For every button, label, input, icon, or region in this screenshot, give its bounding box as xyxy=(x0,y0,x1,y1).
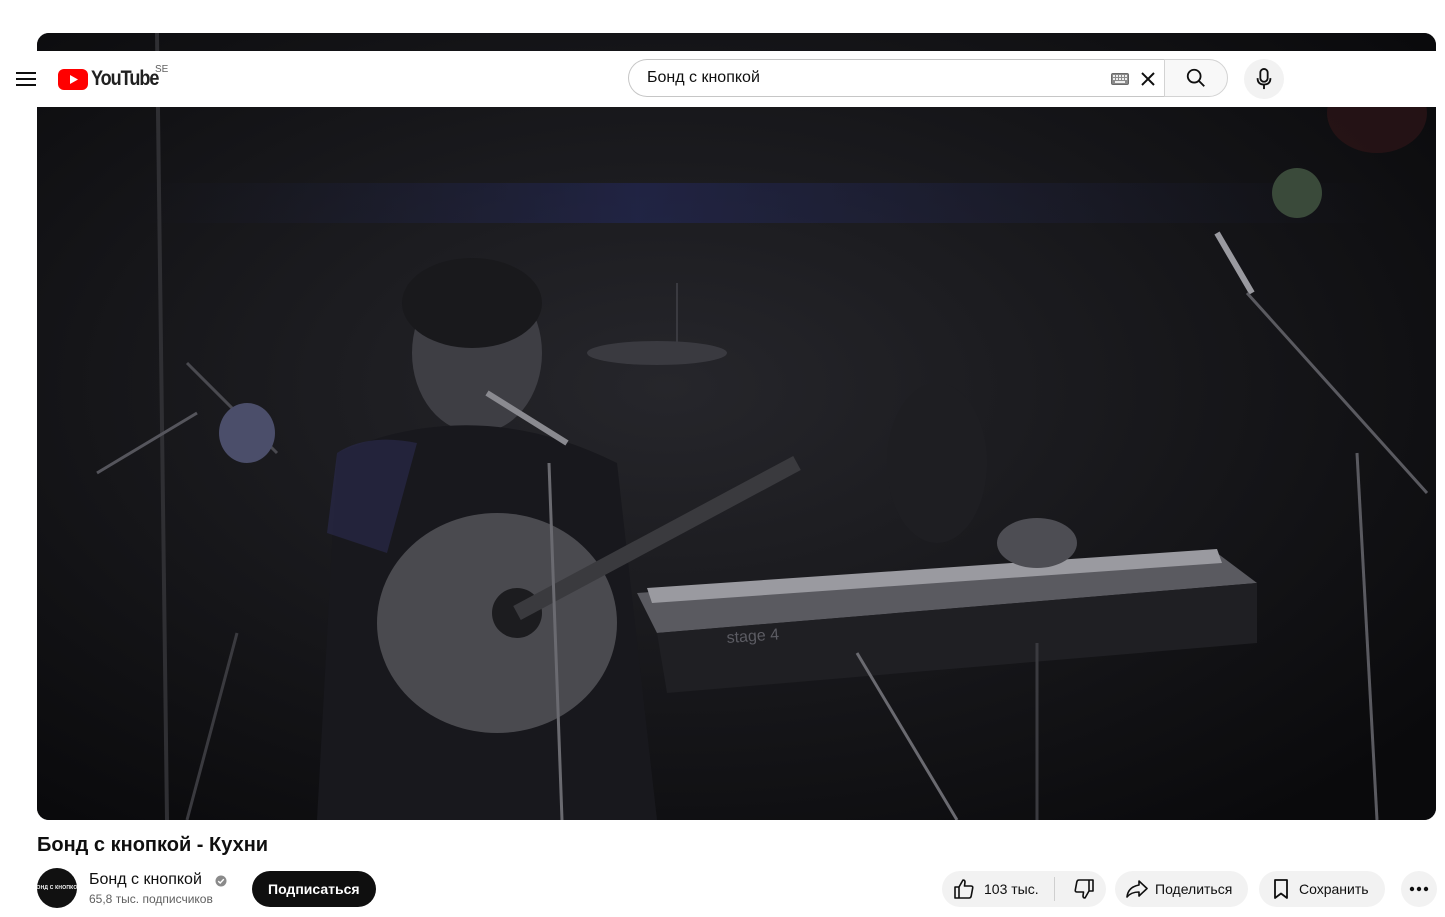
channel-name[interactable]: Бонд с кнопкой xyxy=(89,871,202,889)
menu-button[interactable] xyxy=(6,59,46,99)
video-player[interactable]: stage 4 xyxy=(37,33,1436,820)
thumbs-up-icon xyxy=(954,879,974,899)
logo-text: YouTube xyxy=(91,67,159,90)
youtube-logo-icon xyxy=(58,68,88,90)
menu-icon xyxy=(16,72,36,86)
like-count: 103 тыс. xyxy=(984,881,1039,897)
bookmark-icon xyxy=(1274,879,1288,899)
youtube-logo[interactable]: YouTube xyxy=(58,67,169,90)
clear-search-button[interactable] xyxy=(1135,66,1161,92)
close-icon xyxy=(1141,72,1155,86)
channel-avatar[interactable]: БОНД С КНОПКОЙ xyxy=(37,868,77,908)
search-box xyxy=(628,59,1164,97)
video-frame: stage 4 xyxy=(37,33,1436,820)
dislike-button[interactable] xyxy=(1066,871,1102,907)
microphone-icon xyxy=(1256,68,1272,90)
search-icon xyxy=(1186,68,1205,87)
video-title: Бонд с кнопкой - Кухни xyxy=(37,834,269,856)
country-code: SE xyxy=(155,64,169,75)
keyboard-icon[interactable] xyxy=(1111,72,1129,90)
more-horizontal-icon xyxy=(1409,886,1429,892)
search-button[interactable] xyxy=(1164,59,1228,97)
like-button[interactable]: 103 тыс. xyxy=(942,871,1039,907)
share-icon xyxy=(1126,880,1148,898)
subscriber-count: 65,8 тыс. подписчиков xyxy=(89,892,213,906)
verified-icon xyxy=(215,874,227,892)
like-divider xyxy=(1054,877,1055,901)
more-actions-button[interactable] xyxy=(1401,871,1437,907)
subscribe-button[interactable]: Подписаться xyxy=(252,871,376,907)
masthead: YouTube SE xyxy=(0,51,1445,107)
save-button[interactable]: Сохранить xyxy=(1259,871,1385,907)
like-dislike-group: 103 тыс. xyxy=(942,871,1106,907)
share-button[interactable]: Поделиться xyxy=(1115,871,1249,907)
voice-search-button[interactable] xyxy=(1244,59,1284,99)
search-input[interactable] xyxy=(645,68,1089,88)
thumbs-down-icon xyxy=(1074,879,1094,899)
save-label: Сохранить xyxy=(1299,881,1369,897)
share-label: Поделиться xyxy=(1155,881,1233,897)
